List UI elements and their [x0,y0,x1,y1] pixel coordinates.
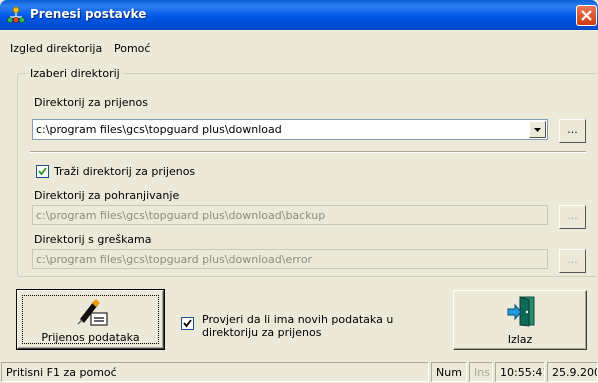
checkmark-icon [38,167,47,176]
storage-dir-label: Direktorij za pohranjivanje [34,189,180,202]
menu-bar: Izgled direktorija Pomoć [0,30,598,58]
storage-dir-field: c:\program files\gcs\topguard plus\downl… [32,205,548,225]
menu-help[interactable]: Pomoć [114,42,150,55]
chevron-down-icon [534,128,541,132]
app-tree-icon [7,6,25,24]
close-icon [581,10,592,21]
transfer-dir-value: c:\program files\gcs\topguard plus\downl… [36,123,282,136]
storage-dir-browse-button: ... [559,205,586,229]
error-dir-field: c:\program files\gcs\topguard plus\downl… [32,249,548,269]
checkmark-icon [183,319,192,328]
transfer-dir-browse-button[interactable]: ... [559,119,586,143]
status-date: 25.9.2008 [547,362,598,382]
window-title: Prenesi postavke [30,7,147,21]
check-new-data-label: Provjeri da li ima novih podataka u dire… [202,313,394,339]
data-transfer-icon [77,299,108,326]
status-bar: Pritisni F1 za pomoć Num Ins 10:55:41 25… [0,360,598,383]
error-dir-value: c:\program files\gcs\topguard plus\downl… [36,253,313,266]
status-ins: Ins [469,362,493,382]
error-dir-label: Direktorij s greškama [34,233,152,246]
search-dir-checkbox[interactable] [36,165,49,178]
title-bar[interactable]: Prenesi postavke [0,0,598,30]
dropdown-button[interactable] [529,121,546,138]
separator [30,151,586,153]
status-num: Num [431,362,467,382]
transfer-dir-label: Direktorij za prijenos [34,96,148,109]
exit-label: Izlaz [507,333,533,346]
storage-dir-value: c:\program files\gcs\topguard plus\downl… [36,209,326,222]
check-new-data-checkbox[interactable] [181,317,194,330]
transfer-data-button[interactable]: Prijenos podataka [16,289,165,350]
status-time: 10:55:41 [495,362,545,382]
exit-button[interactable]: Izlaz [453,290,587,350]
search-dir-label: Traži direktorij za prijenos [54,165,196,178]
exit-door-icon [507,296,535,327]
directory-group-legend: Izaberi direktorij [27,67,123,80]
error-dir-browse-button: ... [559,249,586,273]
transfer-data-label: Prijenos podataka [41,331,140,344]
transfer-dir-combobox[interactable]: c:\program files\gcs\topguard plus\downl… [32,119,548,140]
menu-view-directory[interactable]: Izgled direktorija [10,42,102,55]
status-help-text: Pritisni F1 za pomoć [1,362,429,382]
close-button[interactable] [576,5,597,26]
